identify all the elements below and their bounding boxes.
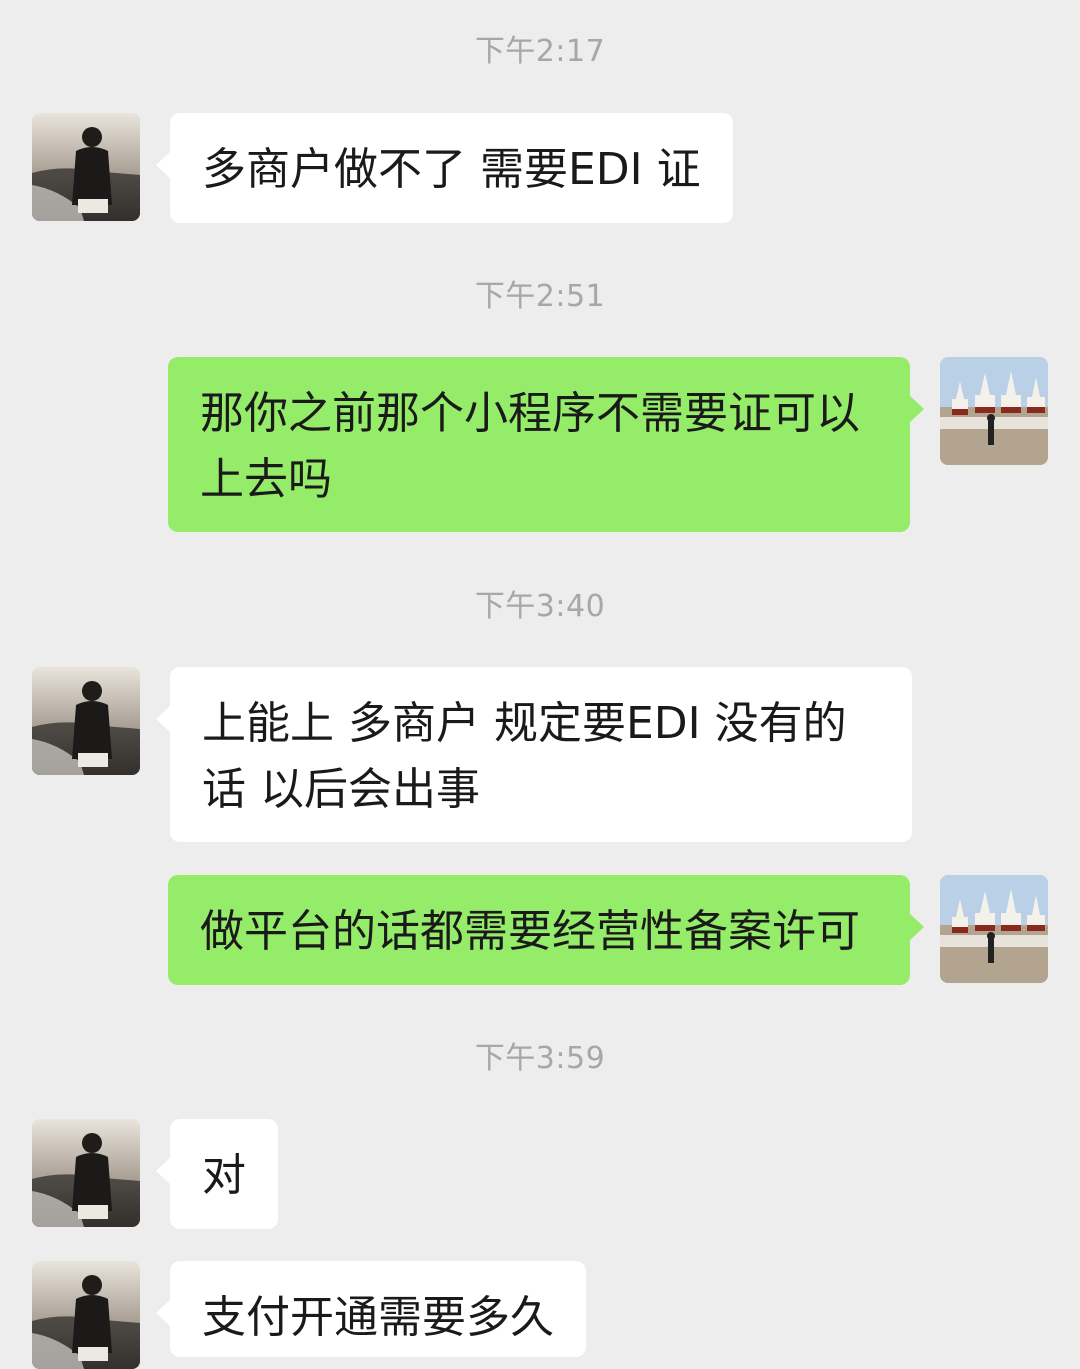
peer-avatar[interactable]	[32, 667, 140, 775]
peer-avatar-image	[32, 1261, 140, 1369]
message-bubble[interactable]: 上能上 多商户 规定要EDI 没有的话 以后会出事	[156, 667, 912, 842]
self-avatar[interactable]	[940, 357, 1048, 465]
peer-avatar-image	[32, 113, 140, 221]
message-bubble[interactable]: 对	[156, 1119, 278, 1229]
timestamp: 下午2:51	[474, 279, 606, 314]
message-bubble[interactable]: 支付开通需要多久	[156, 1261, 586, 1357]
peer-avatar[interactable]	[32, 1119, 140, 1227]
peer-avatar[interactable]	[32, 113, 140, 221]
timestamp: 下午3:40	[474, 589, 606, 624]
message-bubble[interactable]: 那你之前那个小程序不需要证可以上去吗	[168, 357, 924, 532]
message-bubble[interactable]: 做平台的话都需要经营性备案许可	[168, 875, 924, 985]
peer-avatar[interactable]	[32, 1261, 140, 1369]
peer-avatar-image	[32, 1119, 140, 1227]
timestamp: 下午2:17	[474, 34, 606, 69]
timestamp: 下午3:59	[474, 1041, 606, 1076]
self-avatar-image	[940, 357, 1048, 465]
self-avatar[interactable]	[940, 875, 1048, 983]
message-bubble[interactable]: 多商户做不了 需要EDI 证	[156, 113, 733, 223]
self-avatar-image	[940, 875, 1048, 983]
peer-avatar-image	[32, 667, 140, 775]
chat-message-list[interactable]: 下午2:17 多商户做不了 需要EDI 证 下午2:51 那你之前那个小程序不需…	[0, 0, 1080, 1369]
